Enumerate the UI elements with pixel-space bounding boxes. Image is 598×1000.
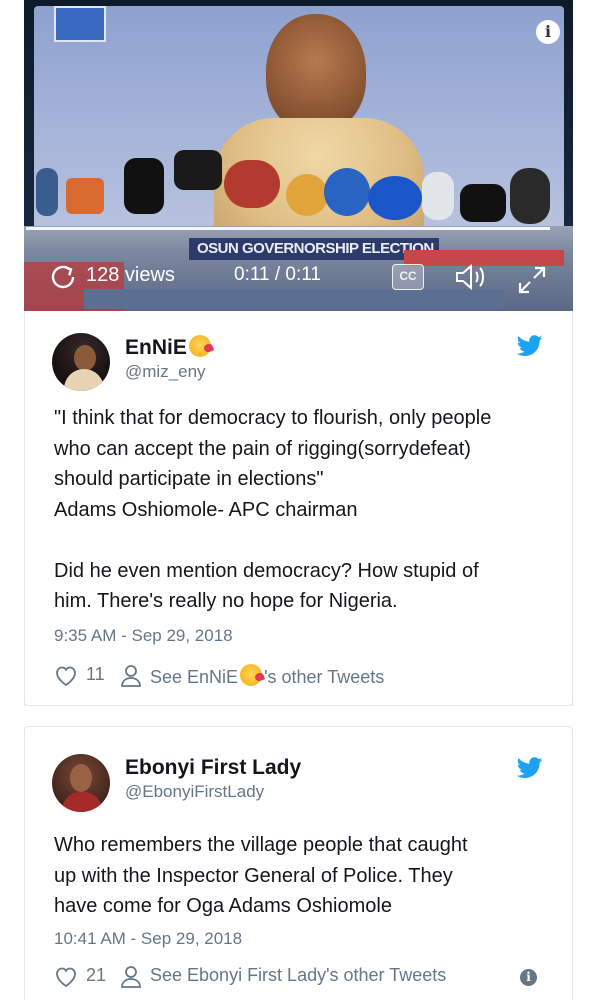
twitter-bird-icon[interactable]: [517, 335, 543, 357]
display-name[interactable]: Ebonyi First Lady: [125, 756, 301, 780]
news-banner: OSUN GOVERNORSHIP ELECTION: [189, 238, 439, 260]
replay-icon[interactable]: [46, 260, 80, 294]
avatar-face: [70, 764, 92, 792]
tweet-text-line: Who remembers the village people that ca…: [54, 834, 468, 856]
other-tweets-suffix: 's other Tweets: [264, 667, 385, 687]
tweet-actions: 11 See EnNiE 's other Tweets: [54, 664, 554, 690]
microphone: [174, 150, 222, 190]
tweet-text: "I think that for democracy to flourish,…: [54, 403, 554, 617]
microphone: [36, 168, 58, 216]
tweet-timestamp[interactable]: 10:41 AM - Sep 29, 2018: [54, 929, 242, 949]
tweet-card[interactable]: EnNiE @miz_eny "I think that for democra…: [24, 311, 573, 706]
tweet-text-line: should participate in elections": [54, 468, 324, 490]
avatar-face: [74, 345, 96, 371]
microphone: [460, 184, 506, 222]
tweet-text-line: Did he even mention democracy? How stupi…: [54, 559, 479, 582]
kissing-heart-emoji-icon: [240, 664, 263, 686]
view-count: 128 views: [86, 264, 175, 286]
twitter-bird-icon[interactable]: [517, 757, 543, 779]
tweet-actions: 21 See Ebonyi First Lady's other Tweets …: [54, 965, 554, 991]
person-icon: [121, 966, 141, 988]
info-icon[interactable]: i: [536, 20, 560, 44]
display-name[interactable]: EnNiE: [125, 335, 211, 360]
like-count[interactable]: 21: [86, 965, 106, 986]
news-ticker: [84, 289, 504, 309]
other-tweets-prefix: See EnNiE: [150, 667, 239, 687]
progress-bar[interactable]: [26, 227, 550, 230]
microphone: [324, 168, 370, 216]
tweet-text-line: him. There's really no hope for Nigeria.: [54, 590, 398, 612]
closed-captions-button[interactable]: CC: [392, 264, 424, 290]
fullscreen-icon[interactable]: [516, 264, 548, 296]
microphone: [422, 172, 454, 220]
user-handle[interactable]: @EbonyiFirstLady: [125, 782, 264, 802]
tweet-card[interactable]: Ebonyi First Lady @EbonyiFirstLady Who r…: [24, 726, 573, 1000]
tweet-text-line: up with the Inspector General of Police.…: [54, 864, 453, 887]
microphone: [124, 158, 164, 214]
info-icon[interactable]: i: [520, 969, 537, 986]
avatar[interactable]: [52, 333, 110, 391]
volume-icon[interactable]: [454, 262, 490, 292]
like-count[interactable]: 11: [86, 664, 105, 685]
user-handle[interactable]: @miz_eny: [125, 362, 206, 382]
tweet-text-line: [54, 525, 554, 556]
tweet-text-line: "I think that for democracy to flourish,…: [54, 407, 492, 429]
tweet-timestamp[interactable]: 9:35 AM - Sep 29, 2018: [54, 626, 233, 646]
video-time: 0:11 / 0:11: [234, 264, 321, 285]
display-name-text: EnNiE: [125, 336, 187, 359]
person-icon: [121, 665, 141, 687]
tweet-text-line: have come for Oga Adams Oshiomole: [54, 895, 392, 917]
heart-icon[interactable]: [54, 966, 78, 988]
tv-station-logo: [54, 6, 106, 42]
microphone: [286, 174, 328, 216]
tweet-text: Who remembers the village people that ca…: [54, 830, 554, 922]
microphone: [368, 176, 422, 220]
heart-icon[interactable]: [54, 665, 78, 687]
microphone: [510, 168, 550, 224]
microphone: [224, 160, 280, 208]
speaker-head: [266, 14, 366, 132]
kissing-heart-emoji-icon: [188, 335, 211, 357]
microphone: [66, 178, 104, 214]
other-tweets-link[interactable]: See Ebonyi First Lady's other Tweets: [150, 965, 446, 986]
tweet-text-line: who can accept the pain of rigging(sorry…: [54, 437, 471, 460]
avatar[interactable]: [52, 754, 110, 812]
avatar-clothing: [64, 369, 104, 391]
tweet-text-line: Adams Oshiomole- APC chairman: [54, 498, 358, 521]
avatar-clothing: [62, 792, 102, 812]
other-tweets-link[interactable]: See EnNiE 's other Tweets: [150, 664, 384, 688]
